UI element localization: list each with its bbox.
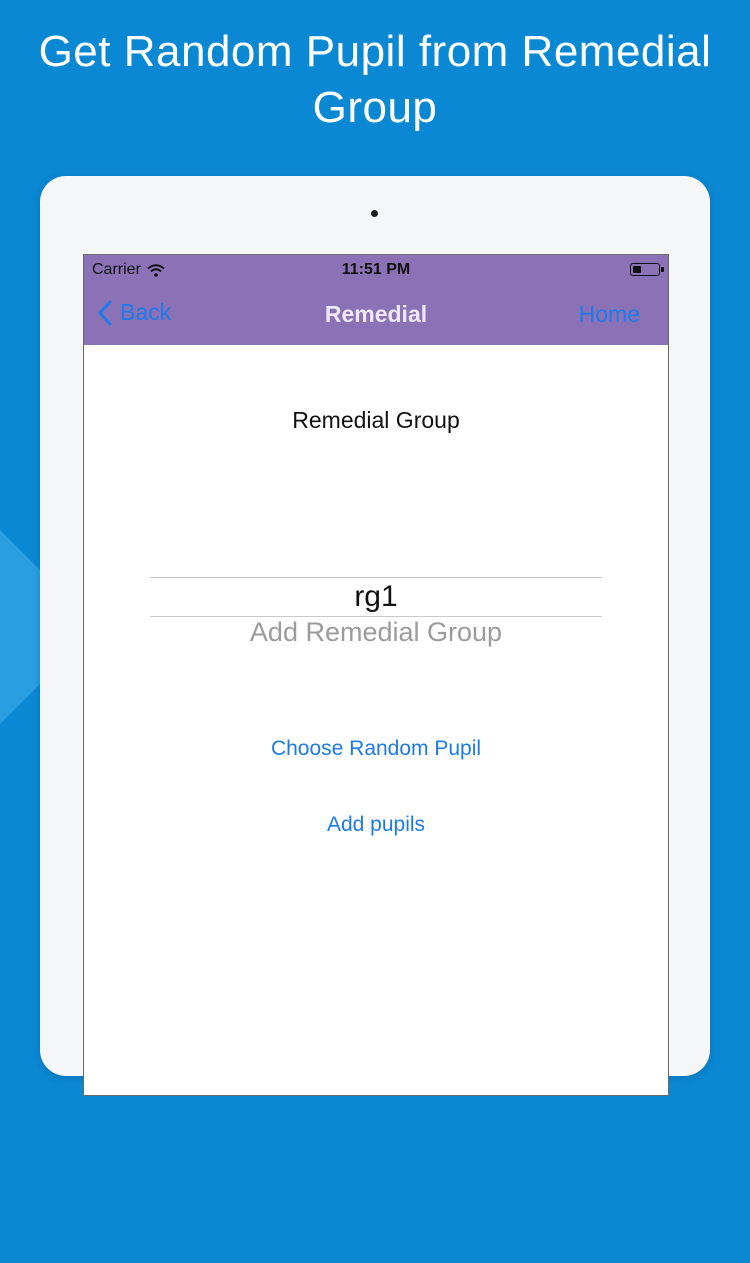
group-picker[interactable]: rg1 — [150, 577, 602, 617]
home-button[interactable]: Home — [579, 301, 640, 328]
choose-random-pupil-button[interactable]: Choose Random Pupil — [84, 737, 668, 761]
battery-icon — [630, 263, 664, 276]
camera-dot — [371, 210, 378, 217]
status-time: 11:51 PM — [341, 261, 411, 278]
group-heading: Remedial Group — [292, 407, 460, 433]
tablet-device: Carrier 11:51 PM Back Remedial Home Reme… — [40, 176, 710, 1096]
status-bar: Carrier 11:51 PM — [84, 255, 668, 285]
battery-tip — [661, 267, 664, 272]
navigation-bar: Carrier 11:51 PM Back Remedial Home — [84, 255, 668, 345]
picker-option-add-group[interactable]: Add Remedial Group — [84, 617, 668, 648]
battery-fill — [632, 265, 641, 273]
picker-selected-value[interactable]: rg1 — [150, 580, 602, 614]
add-pupils-button[interactable]: Add pupils — [84, 813, 668, 837]
promo-headline: Get Random Pupil from Remedial Group — [38, 27, 712, 132]
app-screen: Carrier 11:51 PM Back Remedial Home Reme… — [83, 254, 669, 1096]
